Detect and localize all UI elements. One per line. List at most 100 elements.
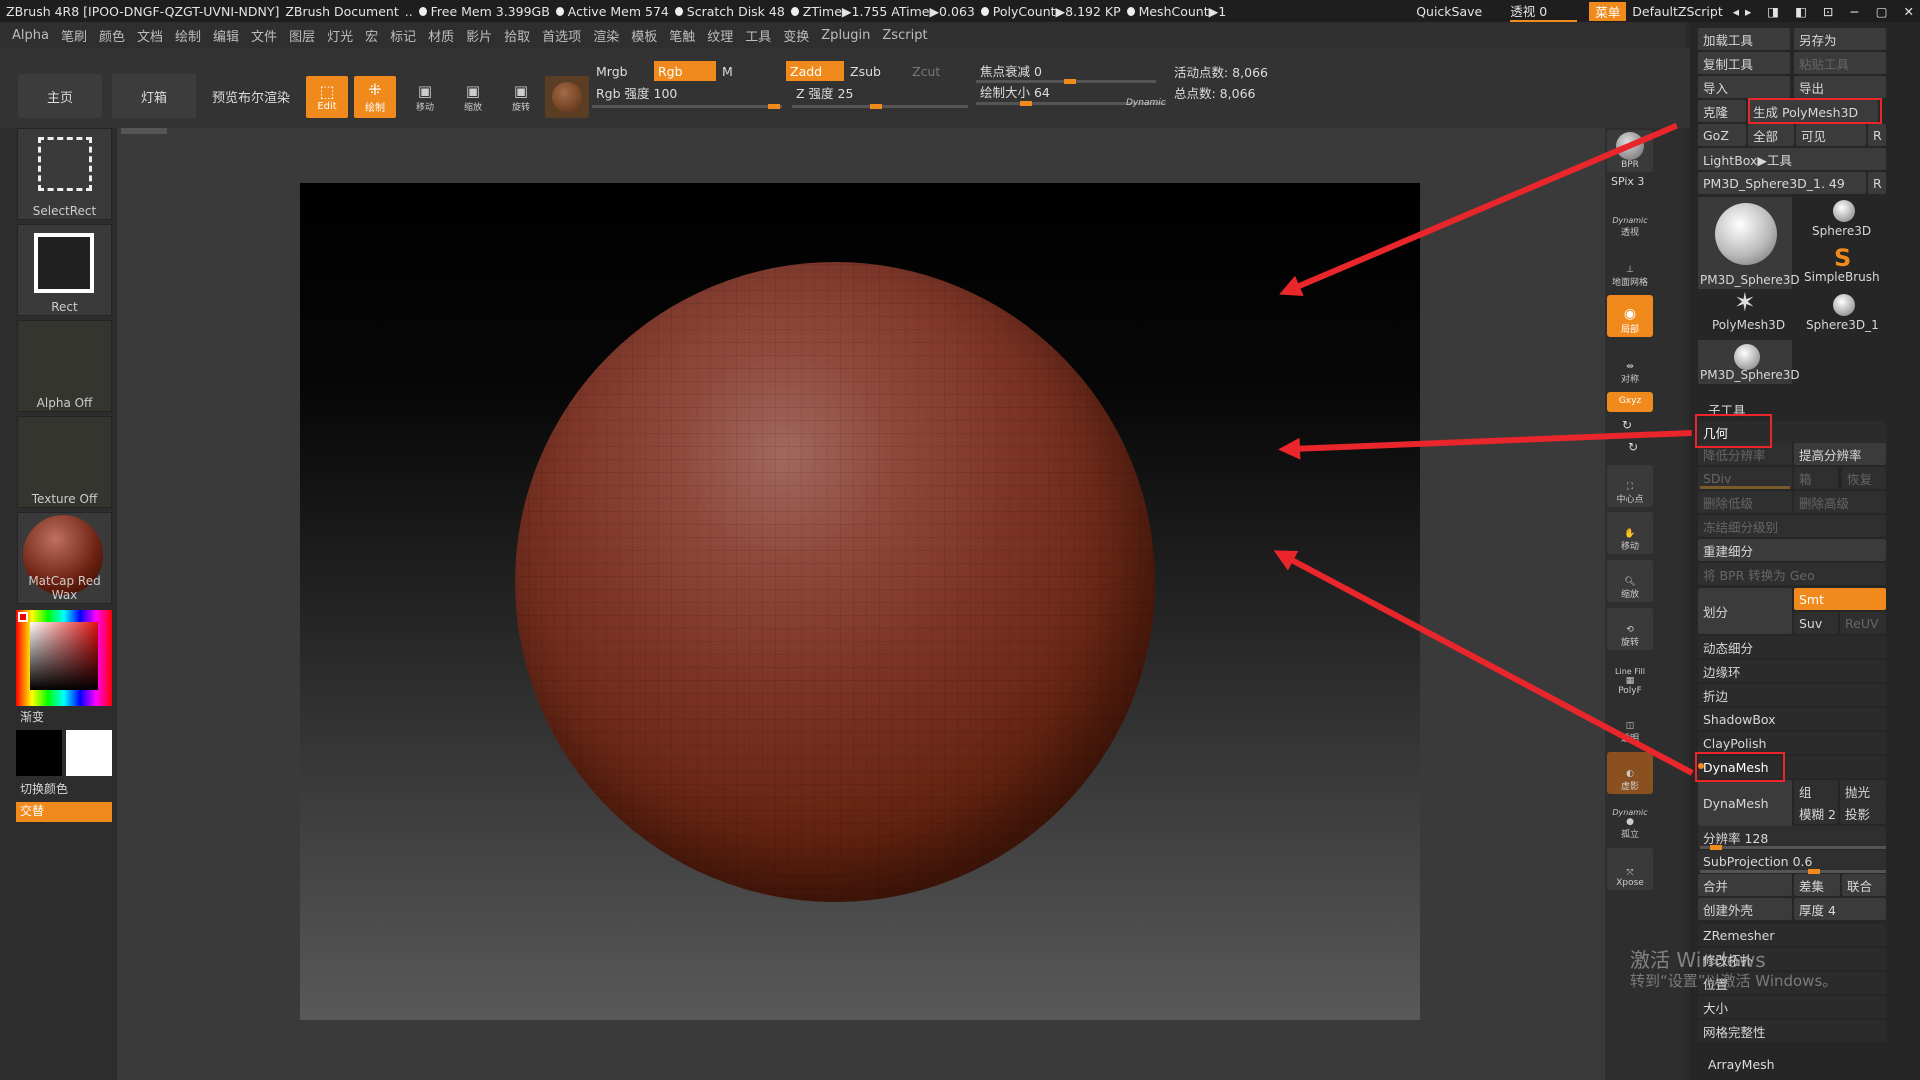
menu-item[interactable]: 图层 — [289, 26, 315, 45]
rect-stroke[interactable]: Rect — [17, 224, 112, 316]
zremesher-section[interactable]: ZRemesher — [1698, 924, 1886, 946]
window-controls[interactable]: ◂▸ ◨ ◧ ⊡ − ▢ ✕ — [1733, 4, 1920, 19]
goz-button[interactable]: GoZ — [1698, 124, 1746, 146]
default-zscript-button[interactable]: DefaultZScript — [1632, 4, 1723, 19]
z-intensity-slider[interactable]: Z 强度 25 — [792, 82, 968, 102]
menu-item[interactable]: 渲染 — [593, 26, 619, 45]
lightbox-button[interactable]: 灯箱 — [112, 74, 196, 118]
draw-button[interactable]: ⁜ 绘制 — [354, 76, 396, 118]
union-button[interactable]: 联合 — [1842, 874, 1886, 896]
subprojection-slider[interactable]: SubProjection 0.6 — [1698, 850, 1886, 872]
secondary-color-swatch[interactable] — [16, 730, 62, 776]
menu-item[interactable]: 影片 — [466, 26, 492, 45]
menu-item[interactable]: Zscript — [882, 28, 927, 43]
rotate-button[interactable]: ⟲ 旋转 — [1607, 608, 1653, 650]
sphere-mesh[interactable] — [515, 262, 1155, 902]
menu-item[interactable]: 标记 — [390, 26, 416, 45]
xpose-button[interactable]: ⤧ Xpose — [1607, 848, 1653, 890]
tool-thumb-sphere3d-1[interactable]: Sphere3D_1 — [1800, 294, 1886, 336]
difference-button[interactable]: 差集 — [1794, 874, 1840, 896]
solo-button[interactable]: Dynamic ● 孤立 — [1607, 800, 1653, 842]
load-tool-button[interactable]: 加载工具 — [1698, 28, 1790, 50]
goz-r-button[interactable]: R — [1868, 124, 1886, 146]
size-section[interactable]: 大小 — [1698, 996, 1886, 1018]
menu-item[interactable]: Zplugin — [821, 28, 870, 43]
claypolish-section[interactable]: ClayPolish — [1698, 732, 1886, 754]
menu-toggle-button[interactable]: 菜单 — [1589, 1, 1627, 21]
bpr-to-geo-button[interactable]: 将 BPR 转换为 Geo — [1698, 563, 1886, 585]
rotate-y-icon[interactable]: ↻ — [1622, 418, 1632, 432]
reconstruct-subdiv-button[interactable]: 重建细分 — [1698, 539, 1886, 561]
project-toggle[interactable]: 投影 — [1840, 802, 1886, 824]
goz-all-button[interactable]: 全部 — [1748, 124, 1794, 146]
arraymesh-section[interactable]: ArrayMesh — [1708, 1057, 1775, 1072]
polyframe-button[interactable]: Line Fill ▦ PolyF — [1607, 656, 1653, 698]
zoom-button[interactable]: 🔍︎ 缩放 — [1607, 560, 1653, 602]
scroll-handle[interactable] — [121, 128, 167, 134]
quicksave-button[interactable]: QuickSave — [1416, 4, 1482, 19]
zsub-toggle[interactable]: Zsub — [846, 61, 906, 81]
menu-item[interactable]: 模板 — [631, 26, 657, 45]
menu-item[interactable]: 纹理 — [707, 26, 733, 45]
import-button[interactable]: 导入 — [1698, 76, 1790, 98]
gradient-label[interactable]: 渐变 — [20, 708, 44, 725]
zadd-toggle[interactable]: Zadd — [786, 61, 844, 81]
rgb-intensity-slider[interactable]: Rgb 强度 100 — [592, 82, 782, 102]
merge-button[interactable]: 合并 — [1698, 874, 1792, 896]
menu-item[interactable]: 编辑 — [213, 26, 239, 45]
divide-button[interactable]: 划分 — [1698, 588, 1792, 634]
tool-r-button[interactable]: R — [1868, 172, 1886, 194]
delete-lower-button[interactable]: 删除低级 — [1698, 491, 1792, 513]
thickness-slider[interactable]: 厚度 4 — [1794, 898, 1886, 920]
rotate-mode-button[interactable]: ▣ 旋转 — [500, 76, 542, 118]
menu-item[interactable]: 宏 — [365, 26, 378, 45]
copy-tool-button[interactable]: 复制工具 — [1698, 52, 1790, 74]
color-picker[interactable] — [16, 610, 112, 706]
menu-item[interactable]: 文档 — [137, 26, 163, 45]
crease-section[interactable]: 折边 — [1698, 684, 1886, 706]
frame-button[interactable]: ⛶ 中心点 — [1607, 465, 1653, 507]
blur-slider[interactable]: 模糊 2 — [1794, 802, 1838, 824]
rgb-toggle[interactable]: Rgb — [654, 61, 716, 81]
higher-res-button[interactable]: 提高分辨率 — [1794, 443, 1886, 465]
restore-button[interactable]: 恢复 — [1842, 467, 1886, 489]
create-shell-button[interactable]: 创建外壳 — [1698, 898, 1792, 920]
resolution-slider[interactable]: 分辨率 128 — [1698, 826, 1886, 848]
menu-item[interactable]: 变换 — [783, 26, 809, 45]
primary-color-swatch[interactable] — [66, 730, 112, 776]
draw-size-slider[interactable]: 绘制大小 64 — [976, 81, 1116, 101]
focal-shift-slider[interactable]: 焦点衰减 0 — [976, 60, 1156, 80]
dynamesh-button[interactable]: DynaMesh — [1698, 780, 1792, 826]
symmetry-button[interactable]: ⇹ 对称 — [1607, 345, 1653, 387]
freeze-subdiv-button[interactable]: 冻结细分级别 — [1698, 515, 1886, 537]
alternate-button[interactable]: 交替 — [16, 802, 112, 822]
polish-toggle[interactable]: 抛光 — [1840, 780, 1886, 802]
ghost-button[interactable]: ◐ 虚影 — [1607, 752, 1653, 794]
switch-color-button[interactable]: 切换颜色 — [20, 780, 68, 797]
selectrect-brush[interactable]: SelectRect — [17, 128, 112, 220]
spix-slider[interactable]: SPix 3 — [1611, 175, 1644, 188]
material-swatch[interactable] — [545, 76, 589, 118]
edgeloop-section[interactable]: 边缘环 — [1698, 660, 1886, 682]
color-field[interactable] — [30, 622, 98, 690]
menu-item[interactable]: 绘制 — [175, 26, 201, 45]
shadowbox-section[interactable]: ShadowBox — [1698, 708, 1886, 730]
bpr-preview-button[interactable]: 预览布尔渲染 — [206, 74, 296, 118]
tool-thumb-simplebrush[interactable]: S SimpleBrush — [1800, 244, 1886, 288]
menu-item[interactable]: 首选项 — [542, 26, 581, 45]
delete-higher-button[interactable]: 删除高级 — [1794, 491, 1886, 513]
tool-thumb-polymesh3d[interactable]: ✶ PolyMesh3D — [1698, 288, 1792, 336]
xyz-button[interactable]: Gxyz — [1607, 392, 1653, 412]
menu-item[interactable]: 材质 — [428, 26, 454, 45]
texture-selector[interactable]: Texture Off — [17, 416, 112, 508]
move-button[interactable]: ✋ 移动 — [1607, 512, 1653, 554]
clone-button[interactable]: 克隆 — [1698, 100, 1746, 122]
scale-mode-button[interactable]: ▣ 缩放 — [452, 76, 494, 118]
suv-toggle[interactable]: Suv — [1794, 612, 1838, 634]
menu-item[interactable]: 灯光 — [327, 26, 353, 45]
rotate-z-icon[interactable]: ↻ — [1628, 440, 1638, 454]
lightbox-tools-button[interactable]: LightBox▶工具 — [1698, 148, 1886, 170]
zcut-toggle[interactable]: Zcut — [908, 61, 968, 81]
current-tool-slider[interactable]: PM3D_Sphere3D_1. 49 — [1698, 172, 1866, 194]
menu-item[interactable]: 颜色 — [99, 26, 125, 45]
